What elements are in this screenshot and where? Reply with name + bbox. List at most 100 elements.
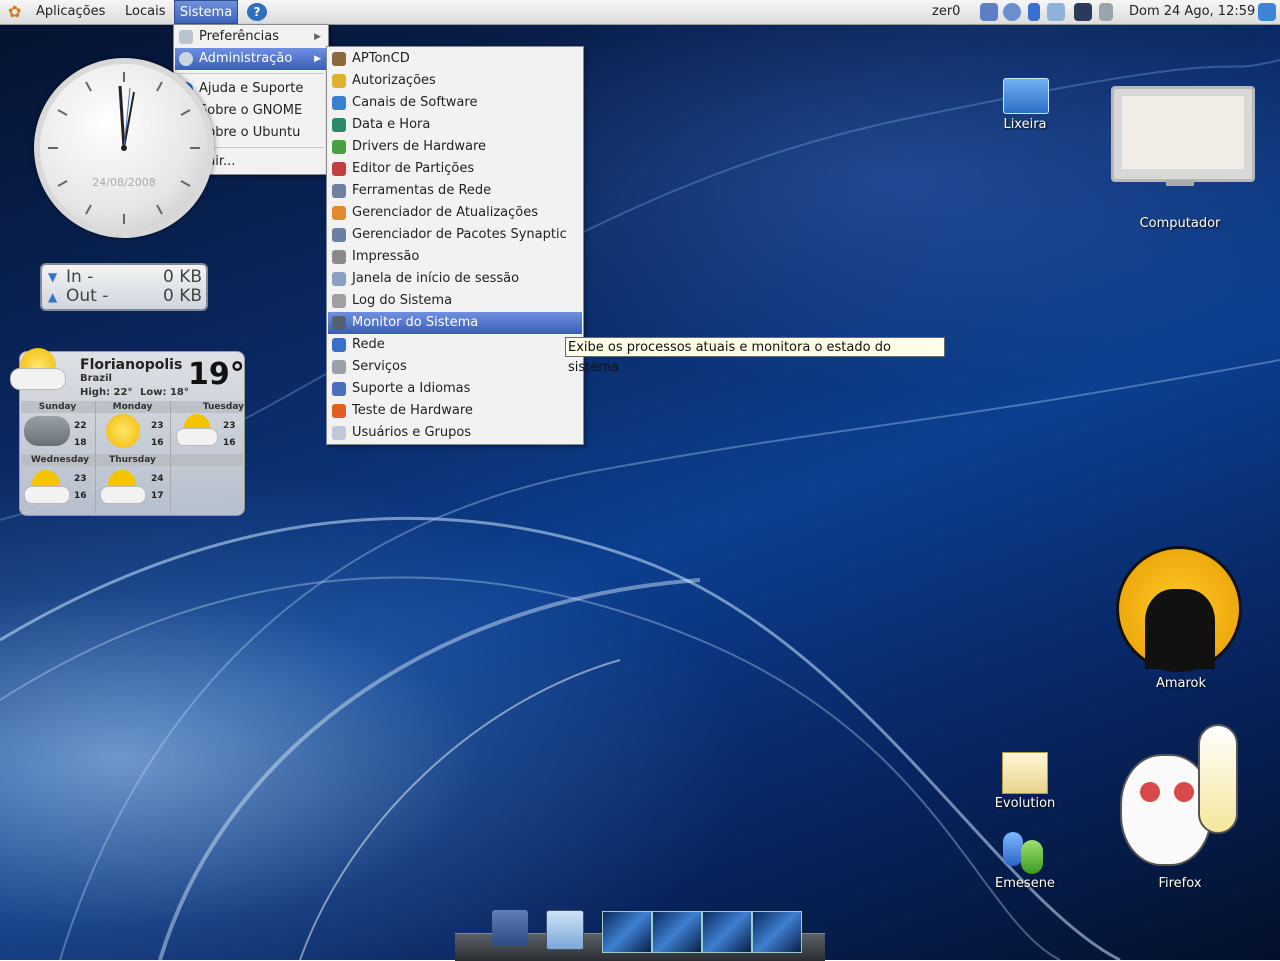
partly-cloudy-icon [176,414,218,446]
forecast-day-name: Tuesday [202,402,244,412]
partly-cloudy-icon [100,470,146,504]
forecast-high: 22 [74,421,87,431]
gnome-foot-icon[interactable]: ✿ [8,3,28,21]
computer-icon [1111,86,1255,182]
desktop-icon-computer[interactable]: Computador [1108,84,1255,234]
admin-menu-item[interactable]: Editor de Partições [328,158,582,180]
admin-menu-item[interactable]: Monitor do Sistema [328,312,582,334]
forecast-high: 24 [151,474,164,484]
admin-item-icon [332,382,346,396]
desktop-icon-firefox[interactable]: Firefox [1110,724,1250,896]
dock-save-icon[interactable] [492,910,528,946]
clock-face [48,72,200,224]
user-status-icon[interactable] [980,3,998,21]
weather-country: Brazil [80,373,112,384]
preferences-icon [179,30,193,44]
desktop-icon-evolution[interactable]: Evolution [985,748,1065,814]
admin-menu-item[interactable]: Log do Sistema [328,290,582,312]
admin-menu-item-label: Gerenciador de Atualizações [352,205,539,220]
admin-menu-item-label: Canais de Software [352,95,478,110]
admin-menu-item[interactable]: Teste de Hardware [328,400,582,422]
admin-menu-item[interactable]: Drivers de Hardware [328,136,582,158]
display-icon[interactable] [1074,3,1092,21]
help-icon[interactable]: ? [247,3,267,21]
admin-menu-item[interactable]: Gerenciador de Atualizações [328,202,582,224]
applications-menu[interactable]: Aplicações [36,0,105,24]
weather-city: Florianopolis [80,357,183,373]
dock-workspace-2[interactable] [652,911,702,953]
admin-menu-item[interactable]: Rede [328,334,582,356]
forecast-day-name: Thursday [109,455,156,465]
dock-workspace-3[interactable] [702,911,752,953]
dock-workspace-1[interactable] [602,911,652,953]
chevron-right-icon: ▶ [314,54,321,64]
arrow-up-icon: ▲ [48,290,58,304]
panel-clock[interactable]: Dom 24 Ago, 12:59 [1129,0,1255,24]
forecast-high: 23 [223,421,236,431]
desktop-icon-trash[interactable]: Lixeira [985,74,1065,134]
volume-icon[interactable] [1099,3,1113,21]
top-panel: ✿ Aplicações Locais Sistema ? zer0 Dom 2… [0,0,1280,25]
forecast-low: 18 [74,438,87,448]
forecast-low: 16 [74,491,87,501]
admin-item-icon [332,426,346,440]
weather-widget[interactable]: Florianopolis Brazil High: 22° Low: 18° … [10,348,245,516]
admin-item-icon [332,250,346,264]
analog-clock-widget[interactable]: 24/08/2008 [34,58,214,238]
admin-menu-item[interactable]: Janela de início de sessão [328,268,582,290]
arrow-down-icon: ▼ [48,270,58,284]
network-monitor-widget[interactable]: ▼ In - 0 KB ▲ Out - 0 KB [40,263,208,311]
admin-menu-item[interactable]: Gerenciador de Pacotes Synaptic [328,224,582,246]
forecast-day-name: Wednesday [30,455,90,465]
places-menu[interactable]: Locais [125,0,165,24]
desktop-icon-label: Computador [1139,216,1221,231]
admin-menu-item[interactable]: Data e Hora [328,114,582,136]
admin-menu-item-label: Janela de início de sessão [352,271,520,286]
tooltip: Exibe os processos atuais e monitora o e… [565,337,945,375]
admin-menu-item[interactable]: Autorizações [328,70,582,92]
forecast-day-name: Monday [112,402,153,412]
admin-menu-item-label: Gerenciador de Pacotes Synaptic [352,227,567,242]
admin-menu-item[interactable]: Serviços [328,356,582,378]
admin-menu-item[interactable]: APTonCD [328,48,582,70]
admin-menu-item-label: Data e Hora [352,117,431,132]
admin-menu-item[interactable]: Ferramentas de Rede [328,180,582,202]
admin-menu-item-label: Autorizações [352,73,436,88]
update-notifier-icon[interactable] [1258,3,1276,21]
admin-menu-item[interactable]: Canais de Software [328,92,582,114]
forecast-low: 16 [223,438,236,448]
admin-menu-item-label: Drivers de Hardware [352,139,487,154]
bluetooth-icon[interactable] [1028,3,1040,21]
admin-item-icon [332,206,346,220]
menu-item-preferences[interactable]: Preferências ▶ [175,26,327,48]
desktop-icon-emesene[interactable]: Emesene [985,830,1065,894]
desktop-icon-label: Lixeira [1003,117,1047,132]
desktop-icon-label: Amarok [1155,676,1207,691]
dock-file-cabinet-icon[interactable] [546,910,584,950]
network-icon[interactable] [1003,3,1021,21]
admin-menu-item[interactable]: Suporte a Idiomas [328,378,582,400]
amarok-wolf-icon [1116,546,1242,672]
weather-temperature: 19° [188,357,245,392]
forecast-day-name: Sunday [38,402,77,412]
admin-menu-item-label: Log do Sistema [352,293,453,308]
net-in-label: In - [66,267,94,287]
admin-menu-item[interactable]: Usuários e Grupos [328,422,582,444]
dock-workspace-4[interactable] [752,911,802,953]
admin-item-icon [332,52,346,66]
admin-item-icon [332,118,346,132]
desktop-icon-label: Emesene [995,876,1055,891]
admin-item-icon [332,272,346,286]
username-label[interactable]: zer0 [932,0,960,24]
weather-low: Low: 18° [140,387,189,398]
admin-menu-item[interactable]: Impressão [328,246,582,268]
admin-menu-item-label: Usuários e Grupos [352,425,472,440]
image-viewer-icon[interactable] [1047,3,1065,21]
evolution-mail-icon [1002,752,1048,794]
emesene-icon [1003,832,1023,866]
system-menu[interactable]: Sistema [174,0,238,24]
admin-menu-item-label: Rede [352,337,385,352]
desktop-icon-amarok[interactable]: Amarok [1112,546,1250,696]
admin-item-icon [332,74,346,88]
admin-menu-item-label: Suporte a Idiomas [352,381,471,396]
